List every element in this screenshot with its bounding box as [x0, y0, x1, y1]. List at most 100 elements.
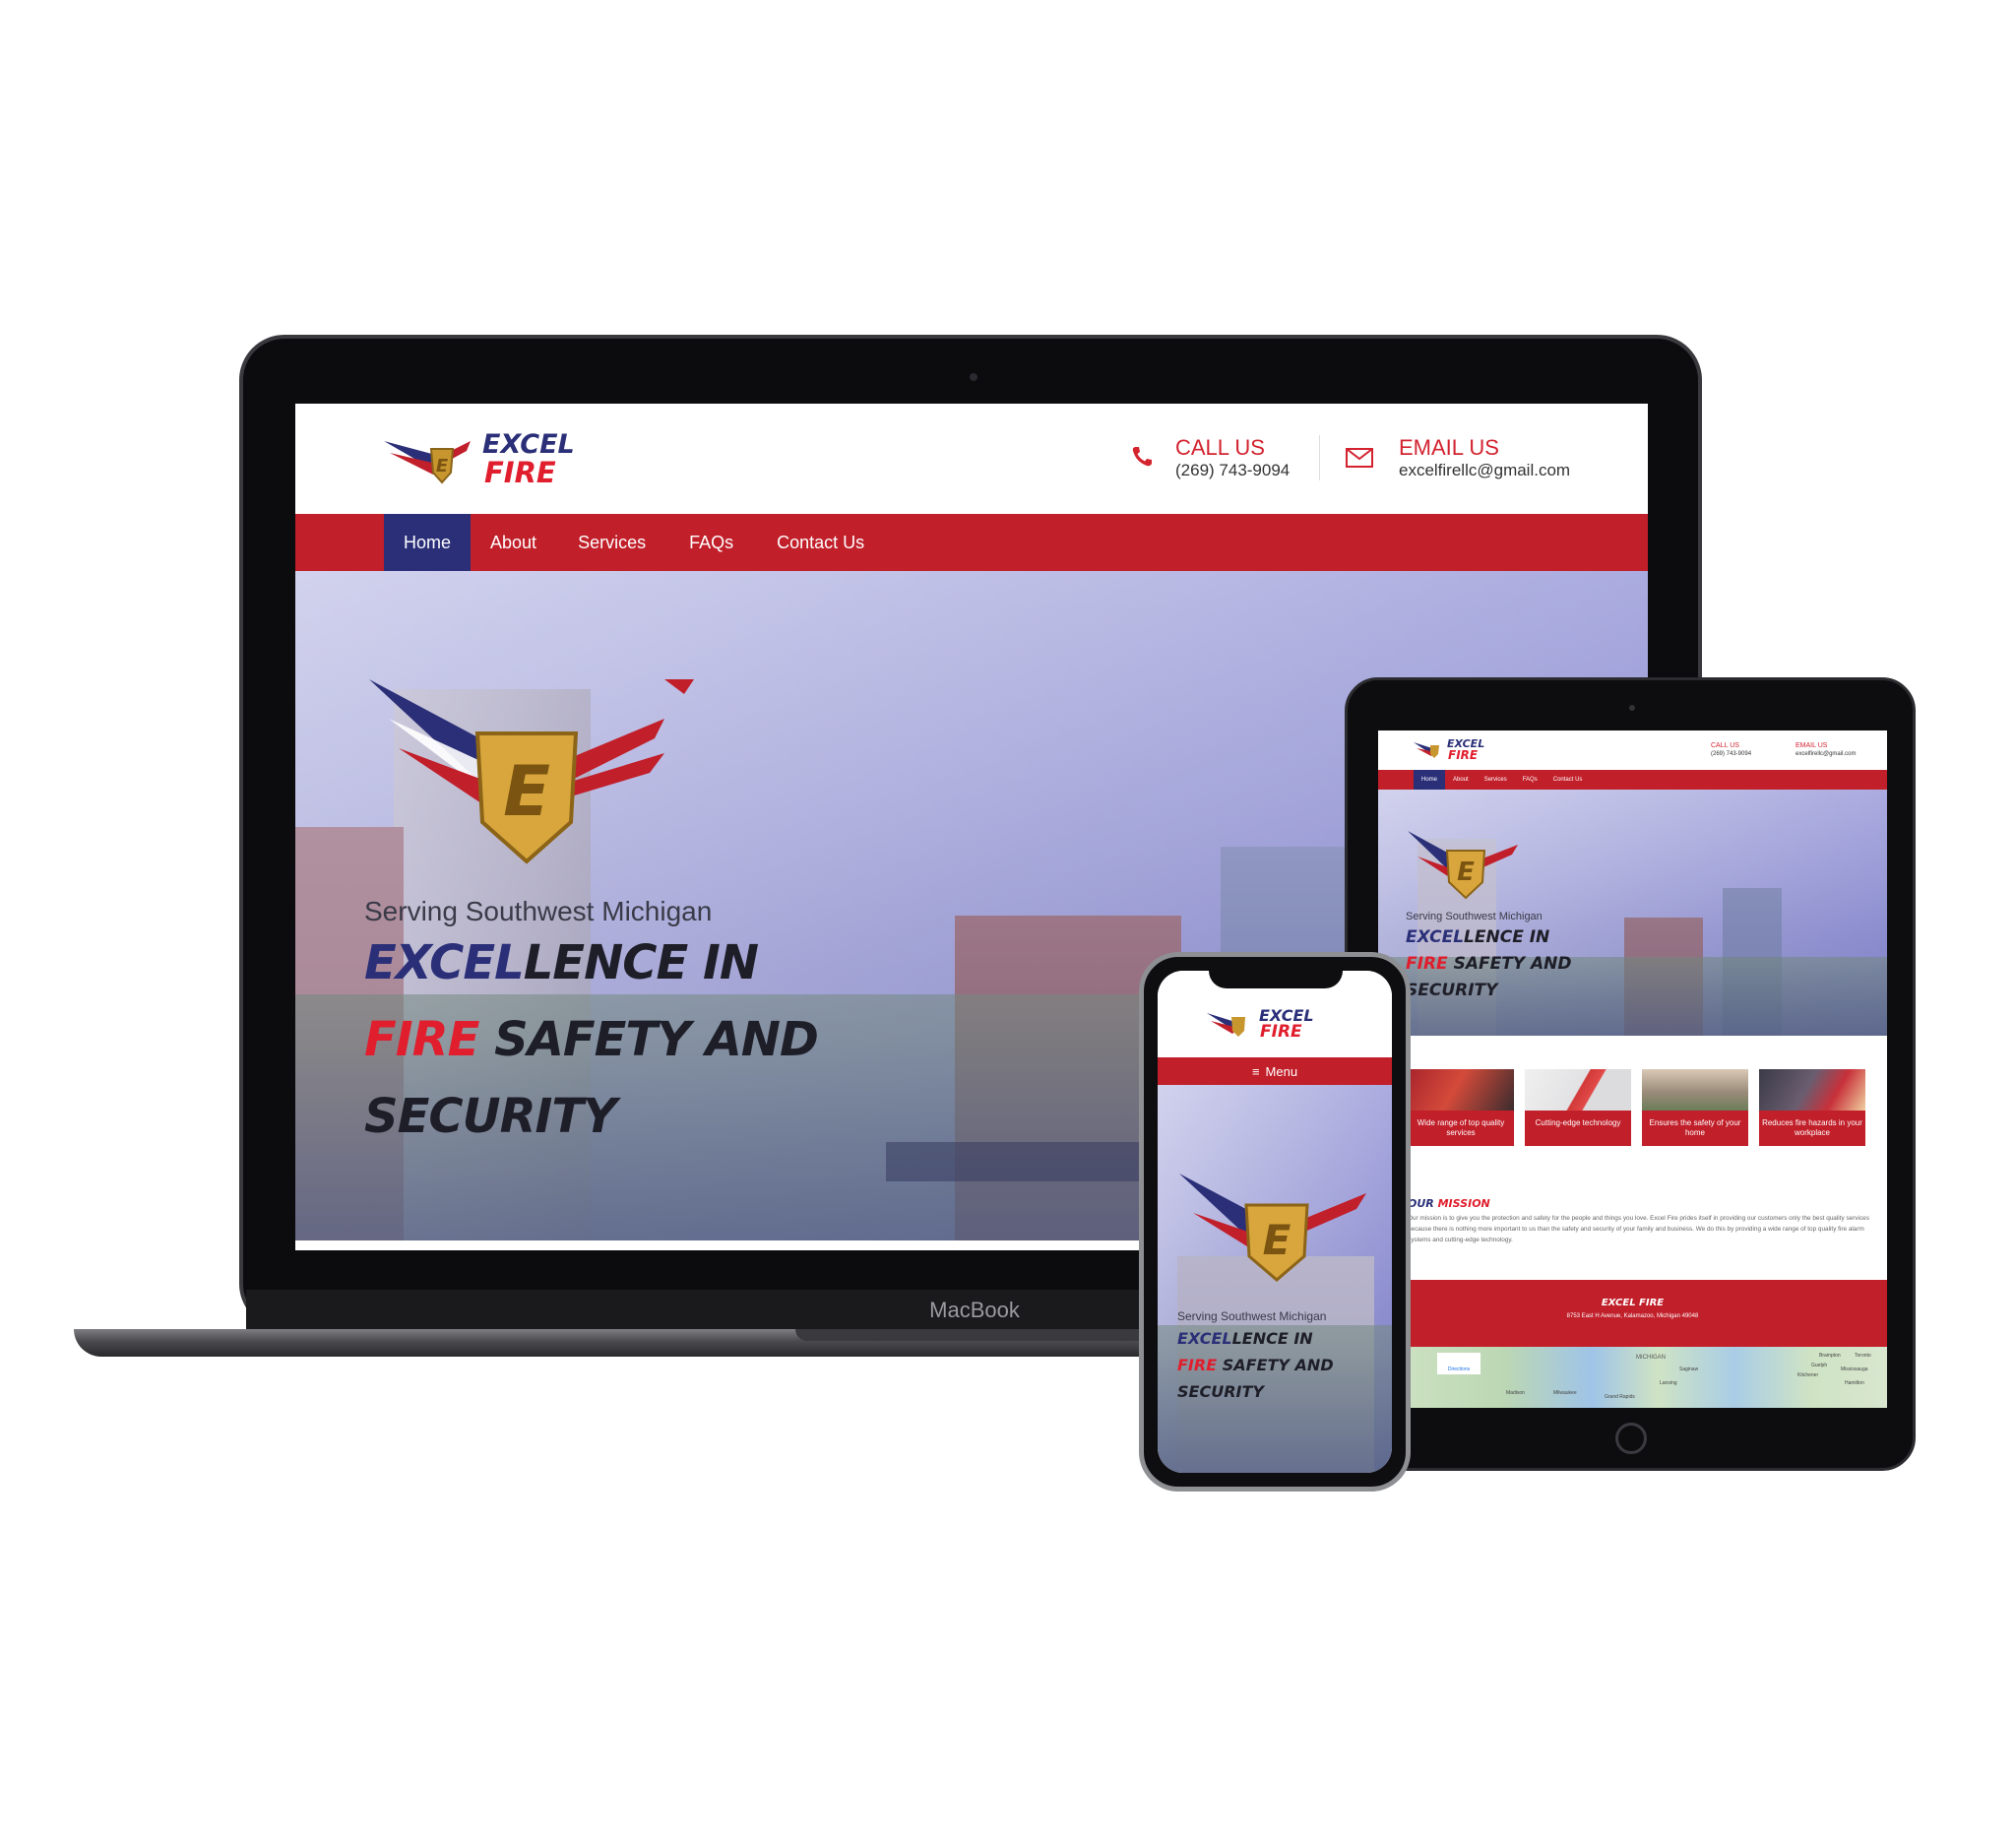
- phone-hero-word-lence-in: LENCE IN: [1231, 1329, 1313, 1348]
- tablet-nav-faqs[interactable]: FAQs: [1515, 770, 1545, 790]
- site-header: E EXCEL FIRE CALL US (269) 743-9094 EMAI…: [295, 404, 1648, 514]
- tablet-header: EXCEL FIRE CALL US (269) 743-9094 EMAIL …: [1378, 731, 1887, 770]
- logo-line2: FIRE: [484, 456, 556, 489]
- tablet-hero-emblem-icon: E: [1408, 831, 1518, 900]
- map-directions-button[interactable]: Directions: [1437, 1353, 1480, 1374]
- footer-name: EXCEL FIRE: [1601, 1298, 1665, 1308]
- svg-text:E: E: [503, 751, 550, 832]
- map-label: Milwaukee: [1553, 1390, 1577, 1396]
- call-us-title: CALL US: [1175, 435, 1265, 460]
- laptop-brand-label: MacBook: [929, 1298, 1020, 1322]
- phone-icon: [1130, 445, 1154, 469]
- logo-line1: EXCEL: [482, 429, 575, 460]
- nav-about[interactable]: About: [471, 514, 556, 571]
- tablet-email-title: EMAIL US: [1796, 742, 1828, 749]
- mission-title: OUR MISSION: [1408, 1197, 1490, 1210]
- phone-nav[interactable]: ≡ Menu: [1158, 1057, 1392, 1085]
- hero-heading-line2: FIRE SAFETY AND: [364, 1012, 819, 1067]
- tablet-email-address[interactable]: excelfirellc@gmail.com: [1796, 751, 1856, 757]
- phone-hero-tagline: Serving Southwest Michigan: [1177, 1309, 1327, 1323]
- laptop-camera: [970, 373, 977, 381]
- footer: EXCEL FIRE 8753 East H Avenue, Kalamazoo…: [1378, 1280, 1887, 1347]
- tablet-nav-services[interactable]: Services: [1477, 770, 1515, 790]
- service-label: Reduces fire hazards in your workplace: [1759, 1111, 1865, 1146]
- hero-word-lence-in: LENCE IN: [523, 935, 759, 990]
- laptop-notch: [795, 1329, 1150, 1341]
- tablet-hero-word-lence-in: LENCE IN: [1464, 927, 1550, 947]
- tablet-camera: [1629, 705, 1635, 711]
- phone-hero-word-fire: FIRE: [1177, 1356, 1218, 1374]
- tablet-call-phone[interactable]: (269) 743-9094: [1711, 751, 1751, 757]
- tablet-hero-tagline: Serving Southwest Michigan: [1406, 911, 1543, 922]
- map-label: Grand Rapids: [1605, 1394, 1635, 1400]
- logo-wing-icon: E: [384, 441, 471, 484]
- hero-heading-line3: SECURITY: [364, 1089, 617, 1144]
- nav-contact[interactable]: Contact Us: [755, 514, 886, 571]
- service-label: Wide range of top quality services: [1408, 1111, 1514, 1146]
- map-label: MICHIGAN: [1636, 1355, 1666, 1361]
- tablet-hero: E Serving Southwest Michigan EXCELLENCE …: [1378, 790, 1887, 1036]
- tablet-nav-contact[interactable]: Contact Us: [1545, 770, 1591, 790]
- map-label: Brampton: [1819, 1353, 1841, 1359]
- nav-home[interactable]: Home: [384, 514, 472, 571]
- tablet-home-button: [1615, 1423, 1647, 1454]
- service-label: Ensures the safety of your home: [1642, 1111, 1748, 1146]
- map-label: Hamilton: [1845, 1380, 1864, 1386]
- tablet-hero-line1: EXCELLENCE IN: [1406, 927, 1549, 947]
- tablet-hero-word-excel: EXCEL: [1406, 927, 1465, 947]
- header-divider: [1319, 435, 1320, 480]
- service-label: Cutting-edge technology: [1525, 1111, 1631, 1146]
- map-label: Madison: [1506, 1390, 1525, 1396]
- svg-text:E: E: [1263, 1216, 1292, 1264]
- phone-hero-word-excel: EXCEL: [1177, 1329, 1232, 1348]
- service-card[interactable]: Reduces fire hazards in your workplace: [1759, 1069, 1865, 1146]
- mission-text: Our mission is to give you the protectio…: [1408, 1215, 1869, 1243]
- phone-logo-wing-icon: [1207, 1013, 1245, 1037]
- email-us-title: EMAIL US: [1399, 435, 1499, 460]
- footer-address: 8753 East H Avenue, Kalamazoo, Michigan …: [1566, 1313, 1699, 1319]
- map-label: Kitchener: [1797, 1372, 1819, 1378]
- main-nav: Home About Services FAQs Contact Us: [295, 514, 1648, 571]
- nav-faqs[interactable]: FAQs: [667, 514, 755, 571]
- map-label: Mississauga: [1841, 1366, 1868, 1372]
- tablet-nav-home[interactable]: Home: [1414, 770, 1446, 790]
- hero-word-fire: FIRE: [364, 1012, 479, 1067]
- envelope-icon: [1346, 448, 1373, 468]
- hero-word-safety-and: SAFETY AND: [478, 1012, 819, 1067]
- tablet-nav: Home About Services FAQs Contact Us: [1378, 770, 1887, 790]
- alarm-panel-photo-icon: [1525, 1069, 1631, 1111]
- hero-word-excel: EXCEL: [364, 935, 525, 990]
- site-logo[interactable]: E EXCEL FIRE: [384, 431, 591, 490]
- extinguisher-photo-icon: [1759, 1069, 1865, 1111]
- nav-services[interactable]: Services: [556, 514, 667, 571]
- mission-title-our: OUR: [1408, 1197, 1434, 1210]
- tablet-nav-about[interactable]: About: [1445, 770, 1477, 790]
- hero-emblem-icon: E: [369, 679, 694, 864]
- tablet-hero-line2: FIRE SAFETY AND: [1406, 954, 1572, 974]
- service-card[interactable]: Ensures the safety of your home: [1642, 1069, 1748, 1146]
- phone-menu-label[interactable]: Menu: [1266, 1057, 1298, 1085]
- phone-screen: EXCEL FIRE ≡ Menu E Serving Southwest Mi…: [1158, 971, 1392, 1473]
- svg-text:E: E: [1457, 858, 1475, 887]
- family-home-photo-icon: [1642, 1069, 1748, 1111]
- map-label: Guelph: [1811, 1363, 1828, 1368]
- svg-text:E: E: [436, 456, 449, 477]
- phone-hero-line2: FIRE SAFETY AND: [1177, 1356, 1334, 1374]
- hamburger-menu-icon[interactable]: ≡: [1252, 1057, 1266, 1085]
- hero-heading-line1: EXCELLENCE IN: [364, 935, 759, 990]
- phone-hero-line1: EXCELLENCE IN: [1177, 1329, 1313, 1348]
- tablet-logo-wing-icon: [1414, 742, 1439, 758]
- map-embed[interactable]: Directions MICHIGAN Madison Milwaukee Gr…: [1378, 1347, 1887, 1408]
- tablet-hero-word-fire: FIRE: [1406, 954, 1448, 974]
- email-address[interactable]: excelfirellc@gmail.com: [1399, 461, 1570, 480]
- tablet-screen: EXCEL FIRE CALL US (269) 743-9094 EMAIL …: [1378, 731, 1887, 1408]
- technician-photo-icon: [1408, 1069, 1514, 1111]
- phone-hero-word-safety-and: SAFETY AND: [1217, 1356, 1334, 1374]
- phone-logo-line2: FIRE: [1260, 1022, 1302, 1042]
- map-label: Saginaw: [1679, 1366, 1699, 1372]
- hero-tagline: Serving Southwest Michigan: [364, 896, 713, 926]
- call-us-phone[interactable]: (269) 743-9094: [1175, 461, 1290, 480]
- map-label: Toronto: [1855, 1353, 1871, 1359]
- service-card[interactable]: Cutting-edge technology: [1525, 1069, 1631, 1146]
- service-card[interactable]: Wide range of top quality services: [1408, 1069, 1514, 1146]
